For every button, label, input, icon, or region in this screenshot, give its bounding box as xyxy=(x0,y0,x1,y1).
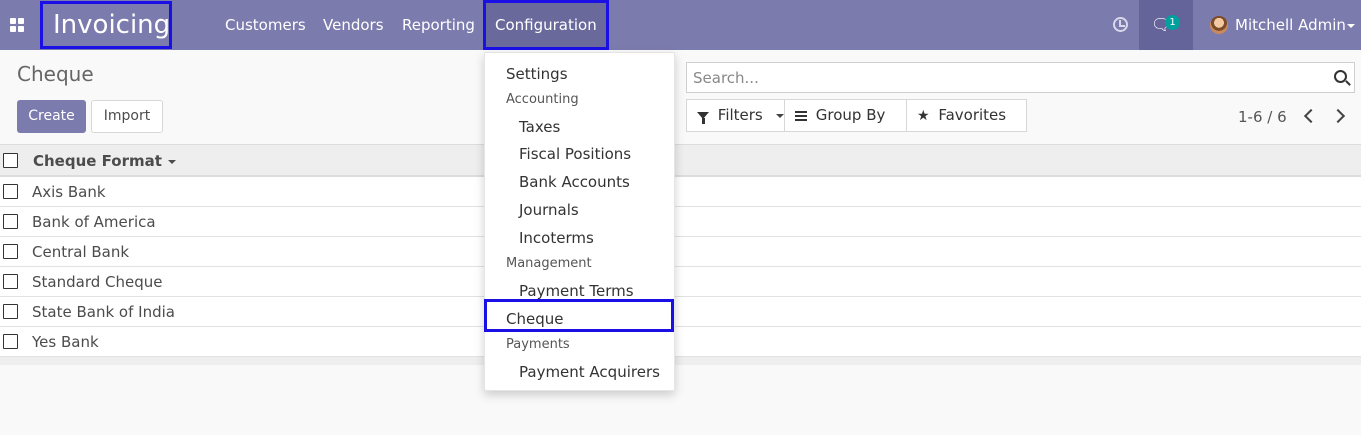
filters-label: Filters xyxy=(717,106,763,124)
chat-badge: 1 xyxy=(1165,15,1180,30)
cheque-list: Cheque Format Axis Bank Bank of America … xyxy=(0,144,1361,365)
user-menu-name[interactable]: Mitchell Admin xyxy=(1235,0,1346,50)
menu-item-taxes[interactable]: Taxes xyxy=(519,118,560,136)
row-label[interactable]: Axis Bank xyxy=(32,183,106,201)
apps-grid-icon[interactable] xyxy=(10,18,24,32)
menu-item-bank-accounts[interactable]: Bank Accounts xyxy=(519,173,630,191)
menu-header-accounting: Accounting xyxy=(506,92,579,107)
create-button[interactable]: Create xyxy=(17,100,86,133)
menu-vendors[interactable]: Vendors xyxy=(323,0,384,50)
row-checkbox[interactable] xyxy=(3,244,18,259)
menu-item-journals[interactable]: Journals xyxy=(519,201,579,219)
chevron-left-icon[interactable] xyxy=(1302,108,1316,124)
filter-icon xyxy=(697,112,709,124)
configuration-dropdown: Settings Accounting Taxes Fiscal Positio… xyxy=(484,52,675,391)
table-row[interactable]: Axis Bank xyxy=(0,177,1361,207)
row-checkbox[interactable] xyxy=(3,184,18,199)
chevron-down-icon[interactable] xyxy=(1347,24,1355,28)
menu-item-cheque[interactable]: Cheque xyxy=(506,310,563,328)
row-label[interactable]: Yes Bank xyxy=(32,333,99,351)
search-box xyxy=(686,62,1355,93)
app-title[interactable]: Invoicing xyxy=(40,1,172,49)
row-checkbox[interactable] xyxy=(3,304,18,319)
menu-header-payments: Payments xyxy=(506,337,570,352)
list-header: Cheque Format xyxy=(0,144,1361,177)
table-row[interactable]: Central Bank xyxy=(0,237,1361,267)
table-row[interactable]: State Bank of India xyxy=(0,297,1361,327)
chevron-down-icon xyxy=(775,113,784,118)
menu-item-fiscal-positions[interactable]: Fiscal Positions xyxy=(519,145,631,163)
avatar[interactable] xyxy=(1210,16,1228,34)
row-checkbox[interactable] xyxy=(3,334,18,349)
row-checkbox[interactable] xyxy=(3,274,18,289)
table-row[interactable]: Bank of America xyxy=(0,207,1361,237)
list-icon xyxy=(795,110,807,121)
favorites-button[interactable]: ★ Favorites xyxy=(906,99,1027,150)
menu-item-payment-terms[interactable]: Payment Terms xyxy=(519,282,634,300)
column-header-cheque-format[interactable]: Cheque Format xyxy=(33,152,176,170)
row-label[interactable]: Central Bank xyxy=(32,243,129,261)
select-all-checkbox[interactable] xyxy=(3,153,18,168)
row-label[interactable]: Standard Cheque xyxy=(32,273,162,291)
menu-reporting[interactable]: Reporting xyxy=(402,0,475,50)
search-input[interactable] xyxy=(693,63,1313,92)
page-title: Cheque xyxy=(17,62,94,86)
menu-customers[interactable]: Customers xyxy=(225,0,306,50)
pager-value[interactable]: 1-6 / 6 xyxy=(1238,108,1287,126)
group-by-button[interactable]: Group By xyxy=(784,99,907,149)
menu-item-settings[interactable]: Settings xyxy=(506,65,568,83)
import-button[interactable]: Import xyxy=(91,100,163,133)
top-navbar: Invoicing Customers Vendors Reporting Co… xyxy=(0,0,1361,50)
chevron-right-icon[interactable] xyxy=(1332,108,1346,124)
sort-caret-icon xyxy=(167,159,176,164)
filters-button[interactable]: Filters xyxy=(686,99,785,132)
menu-item-incoterms[interactable]: Incoterms xyxy=(519,229,594,247)
row-label[interactable]: Bank of America xyxy=(32,213,156,231)
messaging-menu[interactable]: 🗨 1 xyxy=(1139,0,1193,50)
list-footer xyxy=(0,357,1361,365)
favorites-label: Favorites xyxy=(938,106,1007,124)
menu-header-management: Management xyxy=(506,256,592,271)
row-label[interactable]: State Bank of India xyxy=(32,303,175,321)
activity-clock-icon[interactable] xyxy=(1113,17,1128,32)
row-checkbox[interactable] xyxy=(3,214,18,229)
table-row[interactable]: Standard Cheque xyxy=(0,267,1361,297)
menu-configuration[interactable]: Configuration xyxy=(483,0,609,50)
star-icon: ★ xyxy=(917,108,930,124)
search-icon[interactable] xyxy=(1334,70,1347,83)
menu-item-payment-acquirers[interactable]: Payment Acquirers xyxy=(519,363,660,381)
group-by-label: Group By xyxy=(815,106,886,124)
table-row[interactable]: Yes Bank xyxy=(0,327,1361,357)
